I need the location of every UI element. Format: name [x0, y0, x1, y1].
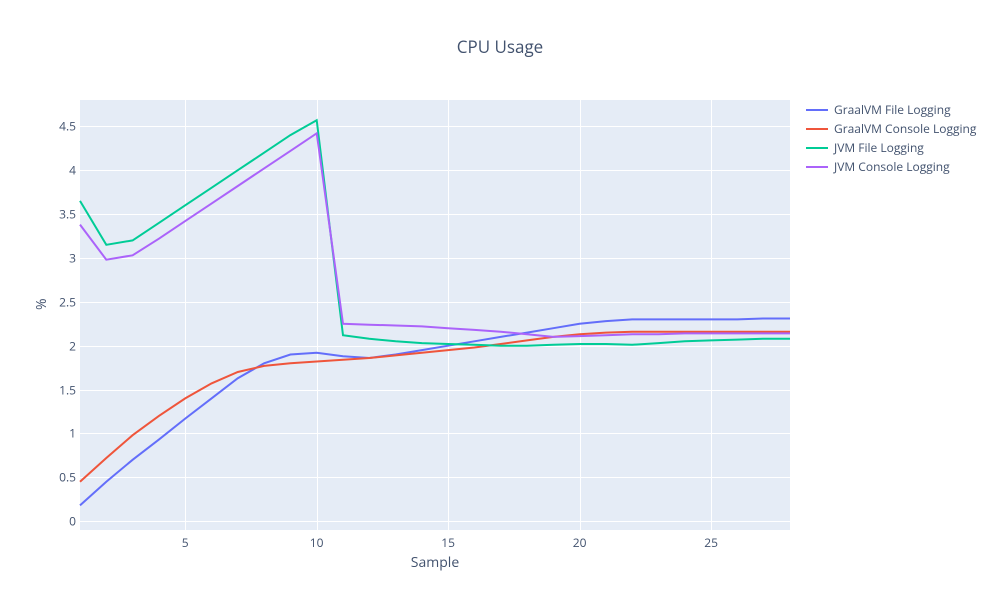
x-tick: 5 — [182, 534, 189, 551]
y-tick: 3.5 — [36, 206, 76, 223]
series-line[interactable] — [80, 332, 790, 482]
y-tick: 0.5 — [36, 469, 76, 486]
y-tick: 2 — [36, 337, 76, 354]
y-tick: 4 — [36, 162, 76, 179]
series-line[interactable] — [80, 319, 790, 506]
legend-label: JVM File Logging — [834, 139, 924, 156]
y-tick: 1.5 — [36, 381, 76, 398]
legend-item-jvm-console[interactable]: JVM Console Logging — [806, 157, 976, 176]
y-tick: 0 — [36, 513, 76, 530]
legend-swatch — [806, 128, 828, 130]
legend-label: GraalVM File Logging — [834, 101, 951, 118]
x-tick: 20 — [573, 534, 587, 551]
legend-swatch — [806, 109, 828, 111]
y-tick: 4.5 — [36, 118, 76, 135]
series-line[interactable] — [80, 120, 790, 346]
x-axis-label: Sample — [80, 553, 790, 572]
legend-swatch — [806, 147, 828, 149]
y-tick: 1 — [36, 425, 76, 442]
legend-item-graalvm-console[interactable]: GraalVM Console Logging — [806, 119, 976, 138]
legend-item-jvm-file[interactable]: JVM File Logging — [806, 138, 976, 157]
series-line[interactable] — [80, 133, 790, 337]
chart-title: CPU Usage — [0, 35, 1000, 58]
legend: GraalVM File Logging GraalVM Console Log… — [806, 100, 976, 176]
legend-item-graalvm-file[interactable]: GraalVM File Logging — [806, 100, 976, 119]
legend-label: GraalVM Console Logging — [834, 120, 976, 137]
legend-label: JVM Console Logging — [834, 158, 950, 175]
x-tick: 15 — [441, 534, 455, 551]
legend-swatch — [806, 166, 828, 168]
chart-lines — [80, 100, 790, 530]
x-tick: 25 — [704, 534, 718, 551]
y-tick: 2.5 — [36, 293, 76, 310]
y-tick: 3 — [36, 249, 76, 266]
x-tick: 10 — [310, 534, 324, 551]
